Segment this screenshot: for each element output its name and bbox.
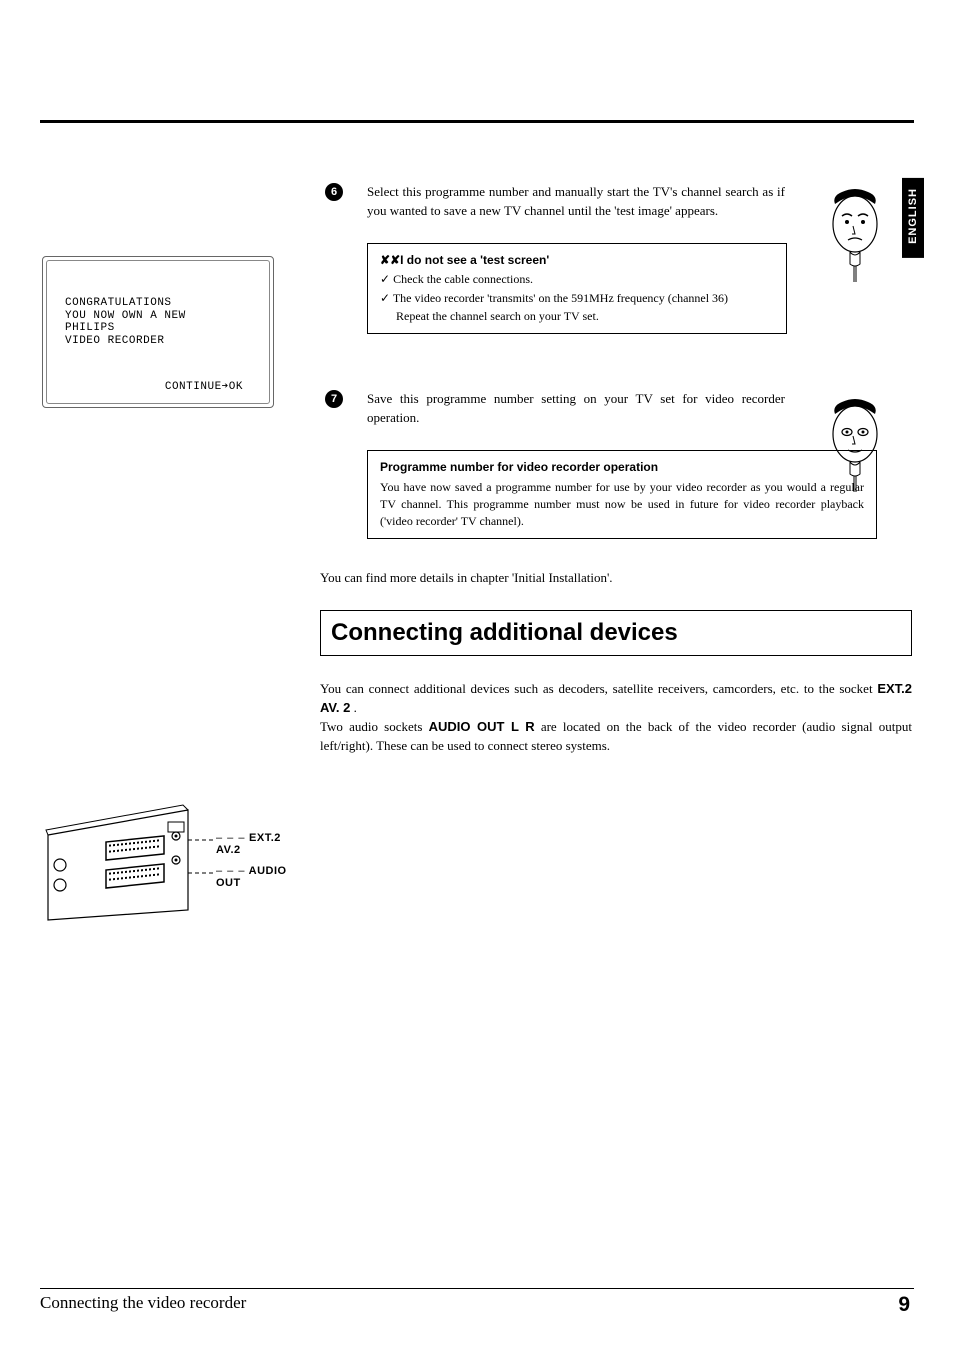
- confused-face-icon: [820, 184, 890, 284]
- footer-chapter-title: Connecting the video recorder: [40, 1293, 246, 1313]
- connector-diagram: – – – EXT.2 AV.2 – – – AUDIO OUT: [38, 780, 308, 940]
- step-7-info-body: You have now saved a programme number fo…: [380, 479, 864, 529]
- step-7-text: Save this programme number setting on yo…: [367, 390, 785, 428]
- tv-text-line1: CONGRATULATIONS: [65, 297, 257, 310]
- step-7-info-box: Programme number for video recorder oper…: [367, 450, 877, 539]
- step-6-bullet-2a: The video recorder 'transmits' on the 59…: [393, 291, 728, 305]
- step-6-text: Select this programme number and manuall…: [367, 183, 785, 221]
- step-6-bullet-1: Check the cable connections.: [380, 271, 774, 288]
- header-rule: [40, 120, 914, 123]
- p1a: You can connect additional devices such …: [320, 681, 877, 696]
- step-7: 7 Save this programme number setting on …: [325, 390, 785, 539]
- step-6: 6 Select this programme number and manua…: [325, 183, 785, 334]
- section-heading-box: Connecting additional devices: [320, 610, 912, 656]
- p2a: Two audio sockets: [320, 719, 429, 734]
- step-6-bullet-2: The video recorder 'transmits' on the 59…: [380, 290, 774, 325]
- tv-continue-prompt: CONTINUE➔OK: [165, 379, 243, 393]
- tv-screen-illustration: CONGRATULATIONS YOU NOW OWN A NEW PHILIP…: [42, 256, 274, 408]
- step-badge-6: 6: [325, 183, 343, 201]
- step-6-box-title-text: I do not see a 'test screen': [400, 253, 549, 267]
- info-face-icon: [820, 394, 890, 494]
- p1c: .: [350, 700, 357, 715]
- footer-rule: [40, 1288, 914, 1289]
- language-tab: ENGLISH: [902, 178, 924, 258]
- step-6-bullet-2b: Repeat the channel search on your TV set…: [396, 309, 599, 323]
- step-6-troubleshoot-box: ✘I do not see a 'test screen' Check the …: [367, 243, 787, 335]
- tv-text-line3: PHILIPS: [65, 322, 257, 335]
- section-heading: Connecting additional devices: [331, 619, 901, 647]
- more-details-text: You can find more details in chapter 'In…: [320, 570, 613, 586]
- tv-text-line4: VIDEO RECORDER: [65, 335, 257, 348]
- tv-text-line2: YOU NOW OWN A NEW: [65, 310, 257, 323]
- dash-2: – – –: [216, 865, 245, 877]
- p2b: AUDIO OUT L R: [429, 719, 535, 734]
- step-7-info-title: Programme number for video recorder oper…: [380, 459, 864, 476]
- dash-1: – – –: [216, 832, 245, 844]
- step-badge-7: 7: [325, 390, 343, 408]
- section-body: You can connect additional devices such …: [320, 680, 912, 755]
- step-6-box-title: ✘I do not see a 'test screen': [380, 252, 774, 269]
- page-number: 9: [898, 1293, 910, 1317]
